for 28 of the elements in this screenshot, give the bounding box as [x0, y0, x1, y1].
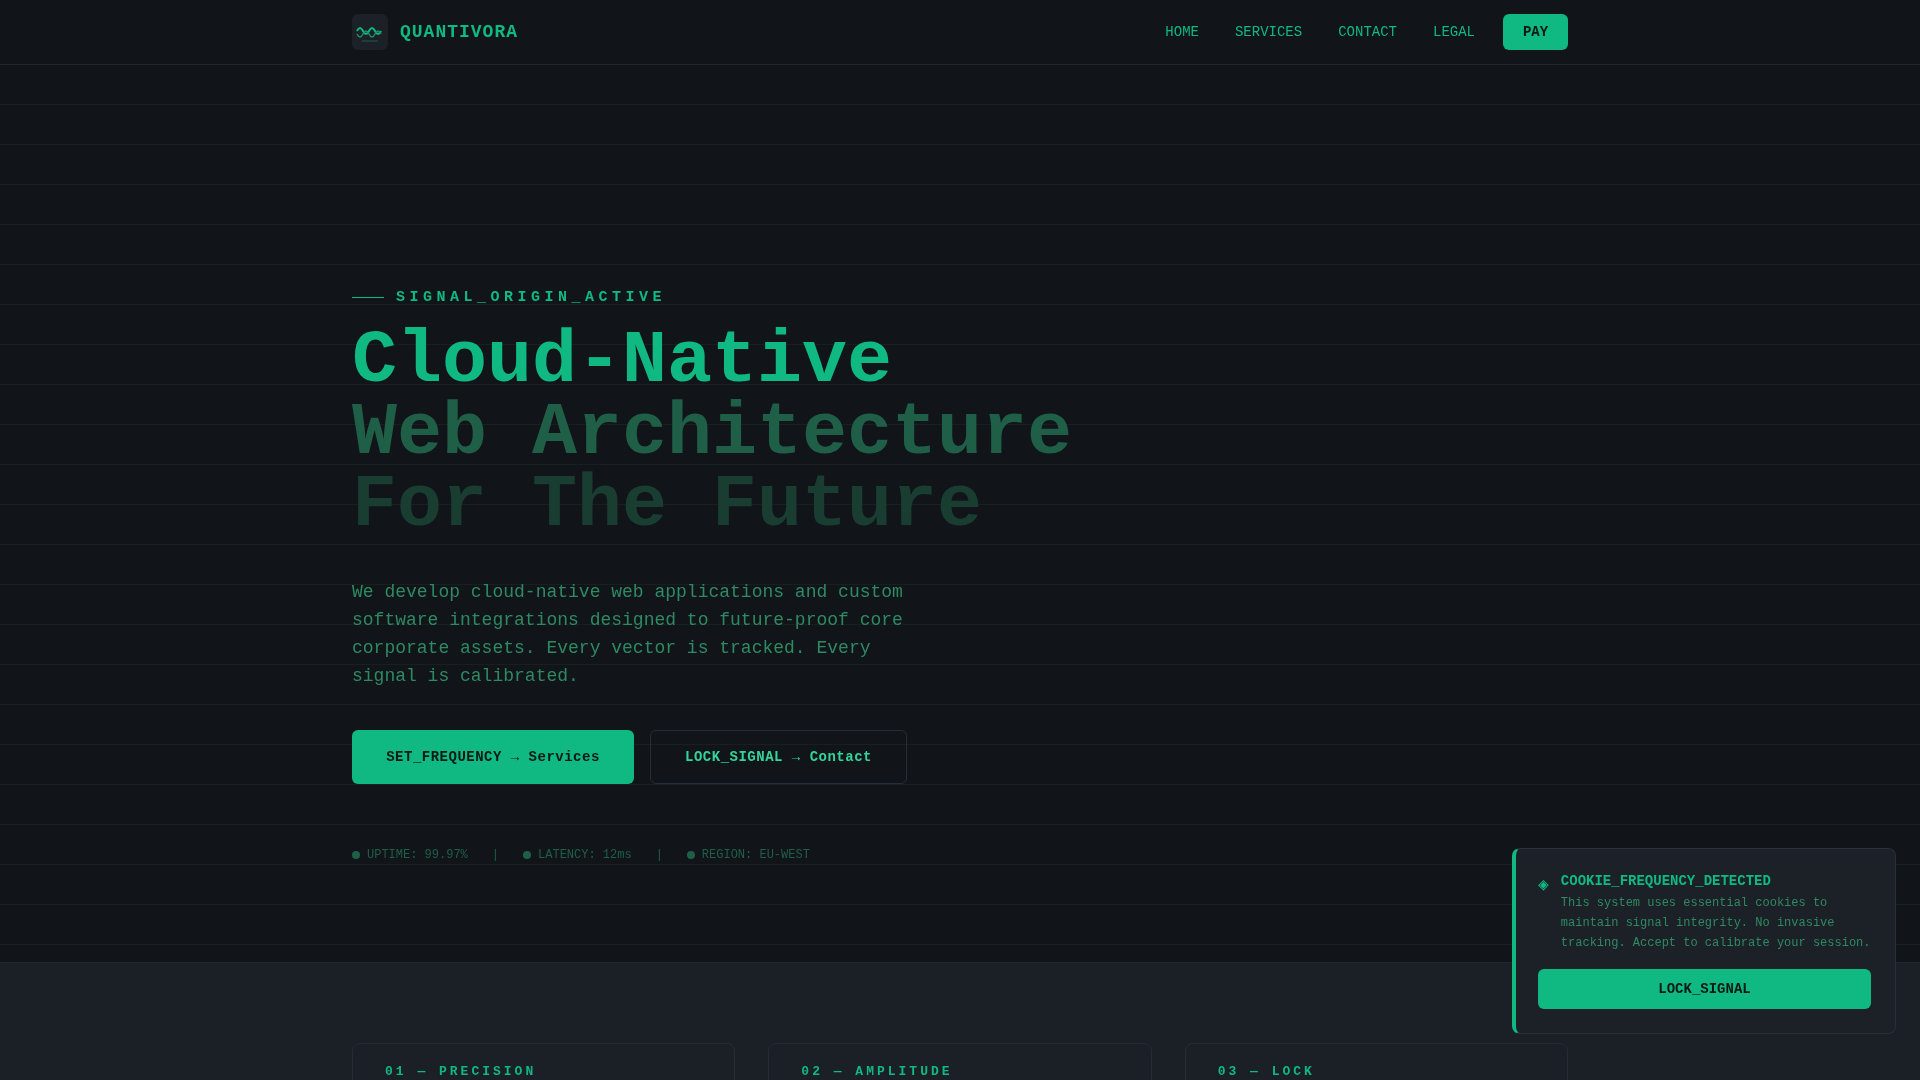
status-text: LATENCY: 12ms [538, 848, 632, 862]
brand-name[interactable]: QUANTIVORA [400, 22, 519, 42]
card-label: 02 — AMPLITUDE [801, 1064, 953, 1079]
card-label: 03 — LOCK [1217, 1064, 1315, 1079]
status-text: UPTIME: 99.97% [367, 848, 468, 862]
nav-link[interactable]: HOME [1165, 24, 1199, 40]
hero-description: We develop cloud-native web applications and custom software integrations designed to future-proof core corporate assets. Every vector is tracked. Every signal is calibrated. [352, 581, 904, 688]
nav-link[interactable]: LEGAL [1433, 24, 1475, 40]
cookie-title: COOKIE_FREQUENCY_DETECTED [1560, 873, 1772, 889]
contact-button[interactable]: LOCK_SIGNAL → Contact [650, 730, 907, 784]
accept-button[interactable]: LOCK_SIGNAL [1538, 969, 1871, 1009]
diamond-icon: ◈ [1538, 875, 1549, 953]
nav-link[interactable]: CONTACT [1338, 24, 1397, 40]
hero-title-line: Web Architecture [352, 398, 1073, 470]
separator: | [655, 848, 663, 862]
separator: | [491, 848, 500, 862]
status-dot-icon [686, 851, 695, 859]
status-dot-icon [352, 851, 360, 859]
pay-button[interactable]: PAY [1503, 14, 1568, 50]
status-dot-icon [523, 851, 532, 859]
cookie-text: This system uses essential cookies to maintain signal integrity. No invasive tracking. Accept to calibrate your session. [1560, 895, 1871, 952]
card-label: 01 — PRECISION [385, 1064, 537, 1079]
services-button[interactable]: SET_FREQUENCY → Services [352, 730, 634, 784]
wave-logo-icon [352, 14, 388, 50]
hero-title-line: Cloud-Native [352, 326, 893, 398]
status-text: REGION: EU-WEST [701, 848, 810, 862]
nav-link[interactable]: SERVICES [1234, 24, 1303, 40]
eyebrow-label: SIGNAL_ORIGIN_ACTIVE [396, 289, 667, 306]
